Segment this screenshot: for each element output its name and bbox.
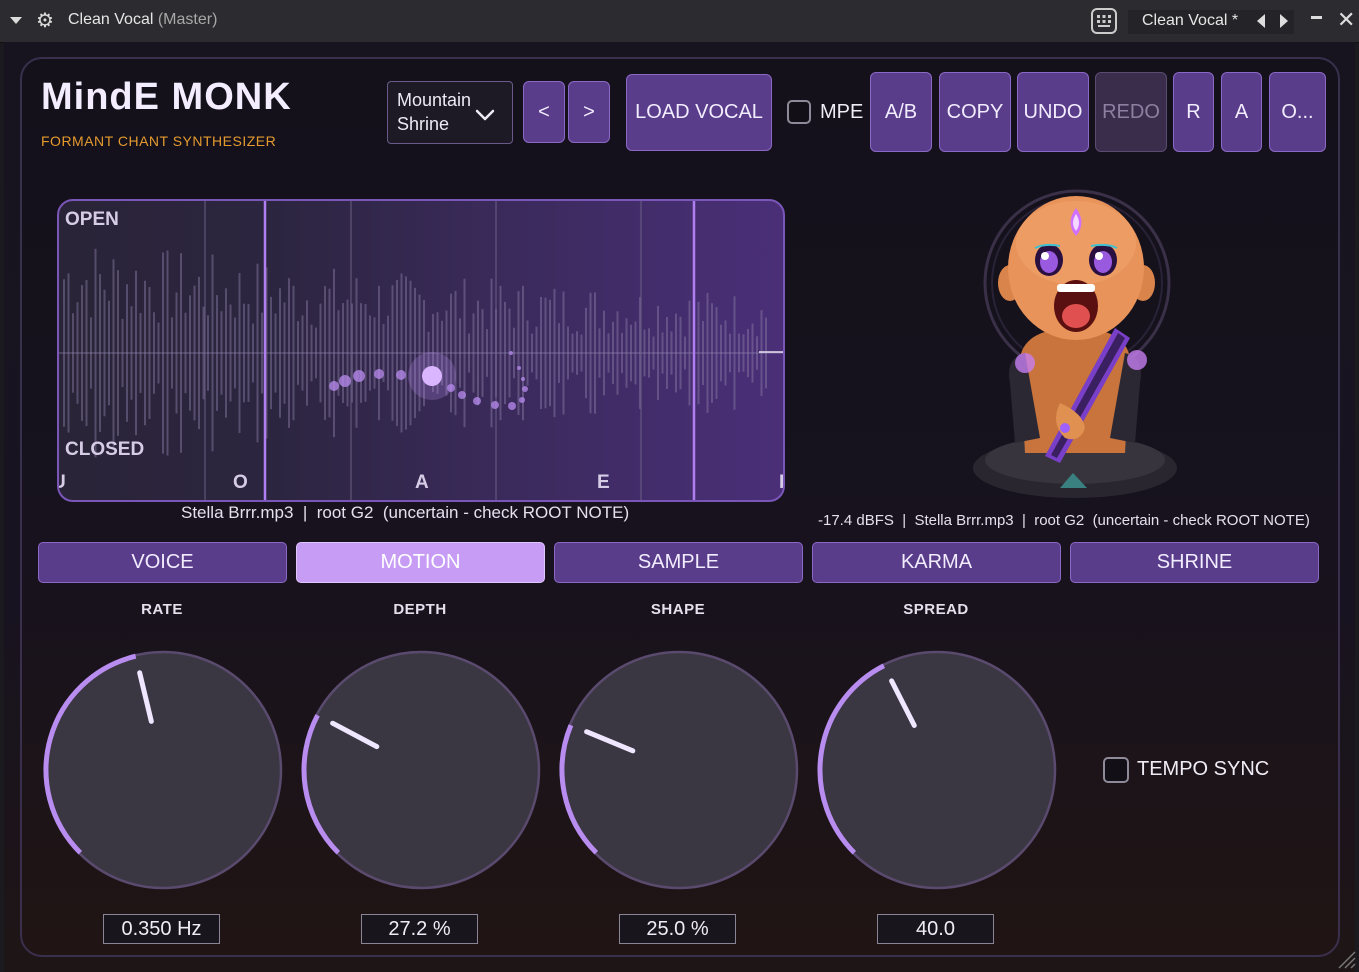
next-preset-button[interactable]: >	[568, 81, 610, 143]
motion-trail-dot	[517, 366, 521, 370]
tab-sample[interactable]: SAMPLE	[554, 542, 803, 583]
motion-trail-dot	[396, 370, 406, 380]
spread-knob[interactable]	[816, 649, 1058, 891]
rate-knob[interactable]	[42, 649, 284, 891]
rate-value[interactable]: 0.350 Hz	[103, 914, 220, 944]
redo-button[interactable]: REDO	[1095, 72, 1167, 152]
resize-grip-icon[interactable]	[1335, 948, 1357, 970]
mpe-checkbox[interactable]	[787, 100, 811, 124]
monk-mascot-image	[973, 189, 1177, 498]
motion-trail-dot	[374, 369, 384, 379]
tab-shrine[interactable]: SHRINE	[1070, 542, 1319, 583]
motion-trail-dot	[522, 386, 528, 392]
motion-trail-dot	[519, 397, 525, 403]
mpe-label: MPE	[820, 101, 864, 123]
motion-trail-dot	[508, 402, 516, 410]
depth-label: DEPTH	[393, 601, 447, 618]
vowel-label-e: E	[597, 472, 610, 493]
motion-trail-dot	[458, 391, 466, 399]
shape-knob[interactable]	[558, 649, 800, 891]
spread-value[interactable]: 40.0	[877, 914, 994, 944]
host-window-title: Clean Vocal (Master)	[68, 11, 218, 28]
previous-preset-button[interactable]: <	[523, 81, 565, 143]
motion-trail-dot	[521, 377, 525, 381]
vowel-label-i: I	[779, 472, 785, 493]
next-preset-icon[interactable]	[1280, 14, 1288, 28]
tab-karma[interactable]: KARMA	[812, 542, 1061, 583]
chevron-down-icon	[475, 109, 495, 121]
gear-icon[interactable]: ⚙	[36, 11, 54, 31]
vowel-pad[interactable]: OPEN CLOSED U O A E I	[57, 199, 785, 502]
host-preset-name[interactable]: Clean Vocal *	[1128, 10, 1294, 34]
status-readout: -17.4 dBFS | Stella Brrr.mp3 | root G2 (…	[818, 512, 1310, 529]
copy-button[interactable]: COPY	[939, 72, 1011, 152]
vowel-label-u: U	[59, 472, 66, 494]
spread-label: SPREAD	[903, 601, 969, 618]
tempo-sync-label: TEMPO SYNC	[1137, 758, 1270, 780]
host-title-bar: ⚙ Clean Vocal (Master) Clean Vocal * ✕	[0, 0, 1359, 43]
preset-dropdown[interactable]: Mountain Shrine	[387, 81, 513, 144]
keyboard-grid-icon[interactable]	[1091, 8, 1117, 34]
undo-button[interactable]: UNDO	[1017, 72, 1089, 152]
shape-value[interactable]: 25.0 %	[619, 914, 736, 944]
minimize-icon[interactable]	[1311, 16, 1322, 19]
motion-trail-dot	[329, 381, 339, 391]
depth-value[interactable]: 27.2 %	[361, 914, 478, 944]
motion-trail-dot	[473, 397, 481, 405]
waveform-display	[59, 201, 783, 500]
vowel-label-o: O	[233, 472, 248, 493]
previous-preset-icon[interactable]	[1257, 14, 1265, 28]
waveform-file-info: Stella Brrr.mp3 | root G2 (uncertain - c…	[181, 503, 630, 522]
motion-position-dot	[422, 366, 442, 386]
rate-label: RATE	[141, 601, 183, 618]
open-label: OPEN	[65, 209, 119, 230]
close-icon[interactable]: ✕	[1337, 9, 1355, 31]
preset-name-line1: Mountain	[397, 90, 472, 110]
plugin-subtitle: FORMANT CHANT SYNTHESIZER	[41, 133, 277, 149]
motion-trail-dot	[353, 370, 365, 382]
ab-compare-button[interactable]: A/B	[870, 72, 932, 152]
a-button[interactable]: A	[1221, 72, 1262, 152]
r-button[interactable]: R	[1173, 72, 1214, 152]
dropdown-arrow-icon[interactable]	[10, 17, 22, 24]
motion-trail-dot	[339, 375, 351, 387]
more-button[interactable]: O...	[1269, 72, 1326, 152]
vowel-label-a: A	[415, 472, 429, 493]
load-vocal-button[interactable]: LOAD VOCAL	[626, 74, 772, 151]
motion-trail-dot	[491, 401, 499, 409]
depth-knob[interactable]	[300, 649, 542, 891]
knob-body	[559, 650, 799, 890]
plugin-title: MindE MONK	[41, 76, 292, 118]
tempo-sync-checkbox[interactable]	[1103, 757, 1129, 783]
shape-label: SHAPE	[650, 601, 706, 618]
motion-trail-dot	[509, 351, 513, 355]
tab-voice[interactable]: VOICE	[38, 542, 287, 583]
preset-name-line2: Shrine	[397, 114, 450, 134]
tab-motion[interactable]: MOTION	[296, 542, 545, 583]
closed-label: CLOSED	[65, 439, 145, 460]
